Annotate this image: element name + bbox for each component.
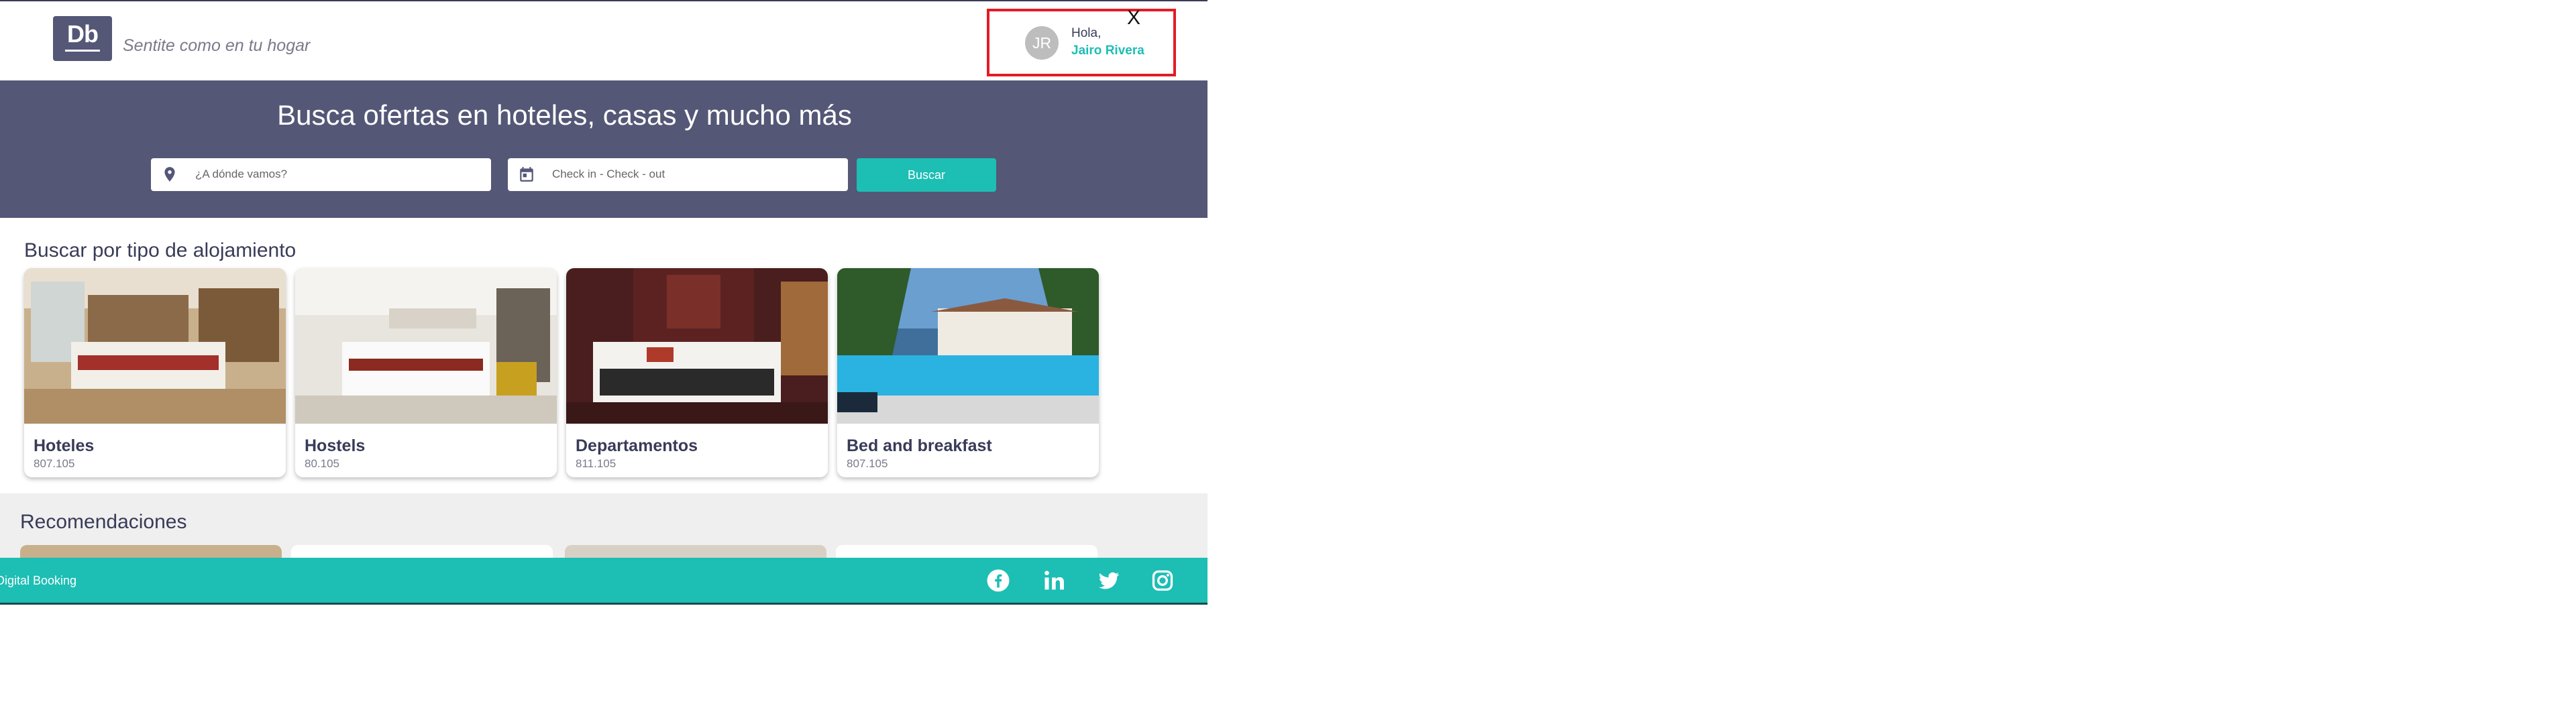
search-title: Busca ofertas en hoteles, casas y mucho …	[277, 99, 852, 131]
hotel-room-image	[24, 268, 286, 424]
recommendations-title: Recomendaciones	[20, 511, 187, 533]
apartment-room-image	[566, 268, 828, 424]
user-name: Jairo Rivera	[1071, 44, 1144, 58]
category-card-departamentos[interactable]: Departamentos 811.105	[566, 268, 828, 477]
avatar[interactable]: JR	[1025, 26, 1059, 60]
logo-text: Db	[67, 20, 99, 48]
user-menu[interactable]: JR Hola, Jairo Rivera X	[987, 8, 1176, 76]
category-count: 80.105	[305, 457, 339, 470]
category-card-bed-and-breakfast[interactable]: Bed and breakfast 807.105	[837, 268, 1099, 477]
category-count: 807.105	[847, 457, 888, 470]
header: Db Sentite como en tu hogar JR Hola, Jai…	[0, 1, 1208, 80]
date-range-input[interactable]: Check in - Check - out	[508, 158, 848, 191]
hostel-room-image	[295, 268, 557, 424]
destination-input[interactable]: ¿A dónde vamos?	[151, 158, 491, 191]
slogan: Sentite como en tu hogar	[123, 36, 311, 55]
logout-close-button[interactable]: X	[1127, 8, 1140, 28]
category-count: 811.105	[576, 457, 616, 470]
logo[interactable]: Db	[53, 16, 112, 61]
category-label: Departamentos	[576, 436, 698, 455]
linkedin-icon[interactable]	[1042, 568, 1066, 593]
destination-placeholder: ¿A dónde vamos?	[195, 168, 288, 180]
footer-copyright: Digital Booking	[0, 574, 77, 587]
pool-house-image	[837, 268, 1099, 424]
calendar-icon	[520, 167, 533, 182]
recommendation-card[interactable]	[836, 545, 1097, 558]
footer: Digital Booking	[0, 558, 1208, 605]
category-card-hostels[interactable]: Hostels 80.105	[295, 268, 557, 477]
recommendation-card[interactable]	[20, 545, 282, 558]
recommendation-card[interactable]	[291, 545, 553, 558]
dates-placeholder: Check in - Check - out	[552, 168, 665, 180]
category-label: Bed and breakfast	[847, 436, 992, 455]
recommendation-card[interactable]	[565, 545, 826, 558]
location-pin-icon	[164, 167, 175, 182]
category-card-hoteles[interactable]: Hoteles 807.105	[24, 268, 286, 477]
category-label: Hoteles	[34, 436, 95, 455]
category-label: Hostels	[305, 436, 366, 455]
recommendations-section: Recomendaciones	[0, 493, 1208, 558]
app-viewport: Db Sentite como en tu hogar JR Hola, Jai…	[0, 0, 1208, 605]
categories-title: Buscar por tipo de alojamiento	[24, 239, 297, 261]
facebook-icon[interactable]	[986, 568, 1010, 593]
search-banner: Busca ofertas en hoteles, casas y mucho …	[0, 80, 1208, 218]
user-greeting: Hola,	[1071, 26, 1102, 40]
category-count: 807.105	[34, 457, 75, 470]
twitter-icon[interactable]	[1097, 568, 1121, 593]
instagram-icon[interactable]	[1150, 568, 1175, 593]
search-button[interactable]: Buscar	[857, 158, 996, 192]
logo-underline	[65, 50, 100, 52]
